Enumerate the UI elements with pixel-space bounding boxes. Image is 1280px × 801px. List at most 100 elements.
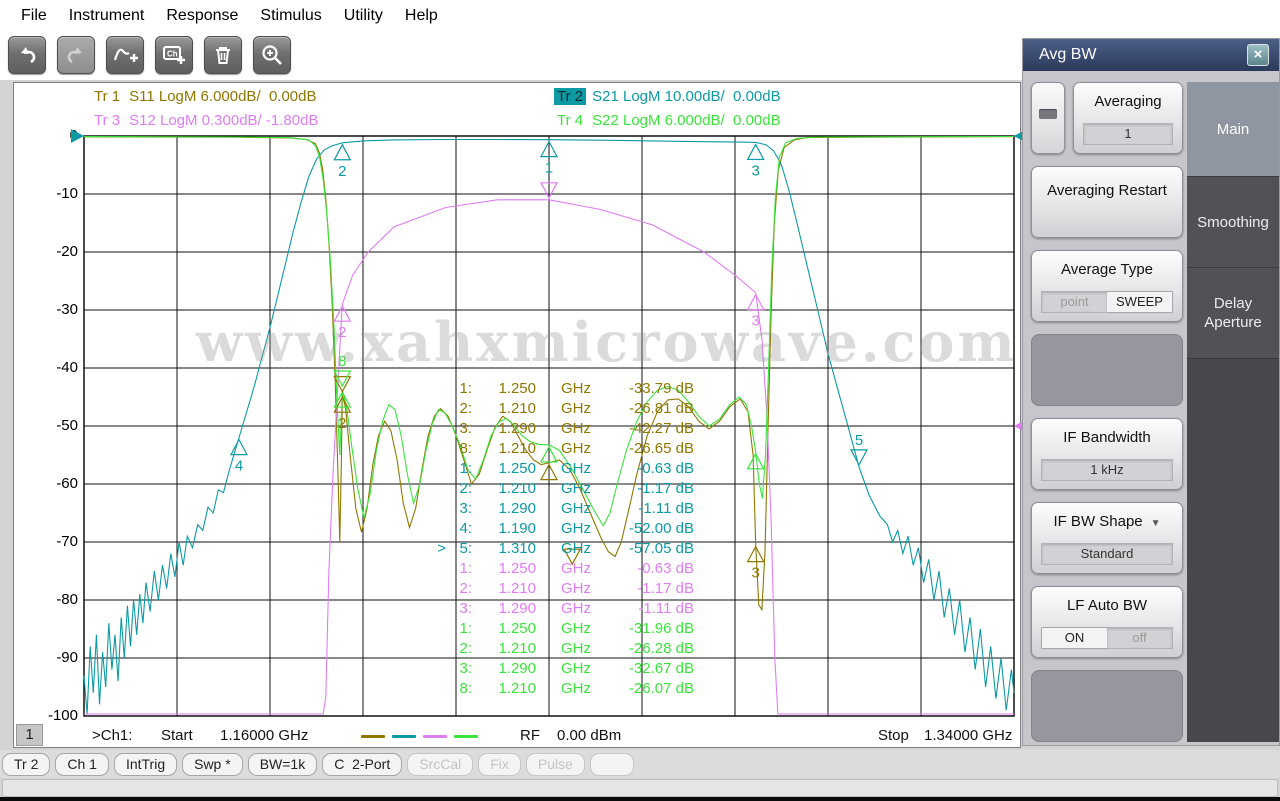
averaging-restart-button[interactable]: Averaging Restart — [1031, 166, 1183, 238]
redo-icon — [64, 43, 88, 67]
lf-auto-bw-toggle[interactable]: ON off — [1041, 627, 1173, 649]
swatch-s11 — [361, 735, 385, 738]
add-trace-button[interactable] — [106, 36, 144, 74]
if-bw-shape-value[interactable]: Standard — [1041, 543, 1173, 565]
marker-cell: 1.210 — [498, 440, 536, 457]
delete-button[interactable] — [204, 36, 242, 74]
undo-button[interactable] — [8, 36, 46, 74]
lf-auto-bw-button[interactable]: LF Auto BW ON off — [1031, 586, 1183, 658]
status-button-bw-1k[interactable]: BW=1k — [247, 752, 318, 776]
start-value[interactable]: 1.16000 GHz — [220, 727, 308, 744]
tab-smoothing[interactable]: Smoothing — [1187, 177, 1279, 268]
marker-cell: 1.210 — [498, 640, 536, 657]
marker-cell: -31.96 dB — [628, 620, 694, 637]
status-button-ch-1[interactable]: Ch 1 — [55, 752, 109, 776]
stop-value[interactable]: 1.34000 GHz — [924, 727, 1012, 744]
panel-title: Avg BW — [1023, 39, 1279, 71]
legend-trace-4[interactable]: Tr 4 S22 LogM 6.000dB/ 0.00dB — [554, 112, 781, 129]
menu-item-response[interactable]: Response — [155, 3, 249, 29]
marker-cell: -57.05 dB — [628, 540, 694, 557]
averaging-toggle-button[interactable] — [1031, 82, 1065, 154]
status-button-c-2-port[interactable]: C 2-Port — [322, 752, 403, 776]
marker-cell: 1.290 — [498, 660, 536, 677]
marker-cell: -1.17 dB — [637, 480, 694, 497]
redo-button — [57, 36, 95, 74]
marker-cell: 1.250 — [498, 460, 536, 477]
panel-placeholder-1 — [1031, 334, 1183, 406]
if-bandwidth-value[interactable]: 1 kHz — [1041, 459, 1173, 481]
average-type-option-point[interactable]: point — [1042, 292, 1107, 312]
close-icon: × — [1253, 46, 1263, 63]
lf-auto-bw-option-on[interactable]: ON — [1042, 628, 1107, 648]
marker-cell: -0.63 dB — [637, 560, 694, 577]
close-button[interactable]: × — [1247, 44, 1269, 66]
stop-label[interactable]: Stop — [878, 727, 909, 744]
rf-label: RF — [520, 727, 540, 744]
menu-item-utility[interactable]: Utility — [333, 3, 394, 29]
marker-cell: 1.210 — [498, 480, 536, 497]
status-button-inttrig[interactable]: IntTrig — [113, 752, 178, 776]
marker-cell: -26.28 dB — [628, 640, 694, 657]
swatch-s22 — [454, 735, 478, 738]
y-axis-label: -20 — [56, 243, 78, 260]
marker-glyph[interactable] — [746, 293, 765, 311]
tab-delay-aperture[interactable]: Delay Aperture — [1187, 268, 1279, 359]
trace-4-tab[interactable]: Tr 4 — [554, 112, 586, 129]
marker-table-row: 8: 1.210 GHz -26.65 dB — [14, 440, 1020, 458]
lower-status-strip — [2, 779, 1278, 797]
status-button-tr-2[interactable]: Tr 2 — [2, 752, 51, 776]
marker-cell: -32.67 dB — [628, 660, 694, 677]
legend-trace-2[interactable]: Tr 2 S21 LogM 10.00dB/ 0.00dB — [554, 88, 781, 105]
legend-trace-3[interactable]: Tr 3 S12 LogM 0.300dB/ -1.80dB — [91, 112, 318, 129]
channel-badge[interactable]: 1 — [16, 724, 43, 746]
add-channel-icon: Ch — [161, 42, 187, 68]
menu-item-file[interactable]: File — [10, 3, 58, 29]
legend-trace-1[interactable]: Tr 1 S11 LogM 6.000dB/ 0.00dB — [91, 88, 317, 105]
marker-table-row: 1: 1.250 GHz -0.63 dB — [14, 460, 1020, 478]
average-type-toggle[interactable]: point SWEEP — [1041, 291, 1173, 313]
status-button-pulse: Pulse — [525, 752, 585, 776]
averaging-toggle-slot — [1039, 109, 1057, 119]
menu-item-help[interactable]: Help — [394, 3, 449, 29]
averaging-value[interactable]: 1 — [1083, 123, 1173, 145]
channel-bar: 1 >Ch1: Start 1.16000 GHz RF 0.00 dBm St… — [14, 723, 1020, 748]
svg-text:Ch: Ch — [167, 50, 178, 59]
average-type-button[interactable]: Average Type point SWEEP — [1031, 250, 1183, 322]
marker-table-row: 8: 1.210 GHz -26.07 dB — [14, 680, 1020, 698]
marker-cell: 1.250 — [498, 620, 536, 637]
add-channel-button[interactable]: Ch — [155, 36, 193, 74]
start-label[interactable]: Start — [161, 727, 193, 744]
if-bw-shape-button[interactable]: IF BW Shape ▼ Standard — [1031, 502, 1183, 574]
marker-cell: 1.250 — [498, 560, 536, 577]
menu-item-instrument[interactable]: Instrument — [58, 3, 156, 29]
averaging-button[interactable]: Averaging 1 — [1073, 82, 1183, 154]
trace-3-label: S12 LogM 0.300dB/ -1.80dB — [129, 112, 319, 129]
dropdown-arrow-icon: ▼ — [1150, 518, 1161, 529]
if-bandwidth-button[interactable]: IF Bandwidth 1 kHz — [1031, 418, 1183, 490]
rf-value[interactable]: 0.00 dBm — [557, 727, 621, 744]
zoom-button[interactable] — [253, 36, 291, 74]
trace-4-label: S22 LogM 6.000dB/ 0.00dB — [592, 112, 781, 129]
trace-3-tab[interactable]: Tr 3 — [91, 112, 123, 129]
zoom-icon — [260, 43, 284, 67]
delete-icon — [211, 43, 235, 67]
tab-main[interactable]: Main — [1187, 82, 1279, 177]
status-button-swp-[interactable]: Swp * — [182, 752, 243, 776]
marker-cell: 1.250 — [498, 380, 536, 397]
marker-table-row: 3: 1.290 GHz -42.27 dB — [14, 420, 1020, 438]
average-type-option-sweep[interactable]: SWEEP — [1107, 292, 1172, 312]
trace-1-tab[interactable]: Tr 1 — [91, 88, 123, 105]
marker-number: 2 — [338, 324, 346, 341]
marker-table-row: 2: 1.210 GHz -1.17 dB — [14, 480, 1020, 498]
marker-glyph[interactable] — [746, 143, 765, 161]
undo-icon — [15, 43, 39, 67]
lf-auto-bw-option-off[interactable]: off — [1107, 628, 1172, 648]
menu-item-stimulus[interactable]: Stimulus — [249, 3, 332, 29]
marker-cell: -52.00 dB — [628, 520, 694, 537]
marker-table-row: 4: 1.190 GHz -52.00 dB — [14, 520, 1020, 538]
marker-number: 3 — [751, 162, 759, 179]
marker-cell: -1.11 dB — [638, 500, 694, 517]
marker-glyph[interactable] — [333, 143, 352, 161]
trace-2-tab[interactable]: Tr 2 — [554, 88, 587, 105]
swatch-s21 — [392, 735, 416, 738]
